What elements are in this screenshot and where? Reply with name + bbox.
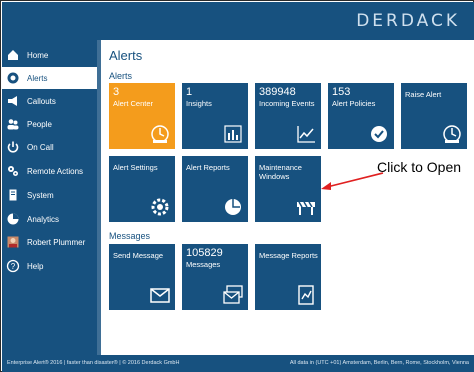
help-icon: ? [2,255,24,277]
sidebar-item-label: Help [27,261,44,271]
tile-label: Message Reports [259,251,318,260]
sidebar-item-label: Alerts [27,73,48,83]
tile-label: Send Message [113,251,164,260]
envelope-icon [150,288,170,303]
barrier-icon [297,201,315,215]
sidebar-item-label: People [27,119,52,129]
tile-label: Insights [186,99,212,108]
sidebar-item-analytics[interactable]: Analytics [2,208,97,230]
system-icon [2,184,24,206]
sidebar-item-help[interactable]: ? Help [2,255,97,277]
tile-alert-settings[interactable]: Alert Settings [109,156,175,222]
page-title: Alerts [109,48,143,63]
footer-timezone: All data in (UTC +01) Amsterdam, Berlin,… [289,360,469,366]
tile-label: Alert Settings [113,163,158,172]
footer: Enterprise Alert® 2016 | faster than dis… [2,355,474,372]
sidebar-item-label: Remote Actions [27,166,84,176]
tile-messages[interactable]: 105829 Messages [182,244,248,310]
tile-alert-center[interactable]: 3 Alert Center [109,83,175,149]
home-icon [2,44,24,66]
app-window: DERDACK Home Alerts Callouts People On C… [0,0,474,372]
sidebar-item-on-call[interactable]: On Call [2,136,97,158]
sidebar-item-user[interactable]: Robert Plummer [2,231,97,253]
tile-label: Alert Policies [332,99,376,108]
user-avatar-icon [2,231,24,253]
tile-label: Incoming Events [259,99,315,108]
sidebar-item-label: Home [27,50,49,60]
section-label-messages: Messages [109,231,151,241]
report-chart-icon [298,285,314,305]
tile-count: 3 [113,86,120,98]
sidebar-item-label: Analytics [27,214,60,224]
sidebar-item-home[interactable]: Home [2,44,97,66]
tile-label: Maintenance Windows [259,163,302,181]
tile-incoming-events[interactable]: 389948 Incoming Events [255,83,321,149]
tile-alert-reports[interactable]: Alert Reports [182,156,248,222]
people-icon [2,113,24,135]
footer-copyright: Enterprise Alert® 2016 | faster than dis… [7,360,180,366]
sidebar-item-label: On Call [27,142,54,152]
sidebar-item-remote-actions[interactable]: Remote Actions [2,160,97,182]
report-globe-icon [225,199,241,215]
tile-label: Raise Alert [405,90,442,99]
alert-bell-icon [151,125,169,143]
brand-logo: DERDACK [356,11,460,31]
click-to-open-annotation: Click to Open [377,159,462,175]
sidebar-item-label: Robert Plummer [27,237,86,247]
envelopes-icon [223,285,243,304]
power-icon [2,136,24,158]
sidebar-item-label: System [27,190,54,200]
sidebar-item-system[interactable]: System [2,184,97,206]
tile-count: 389948 [259,86,296,98]
sidebar-item-alerts[interactable]: Alerts [2,67,97,89]
section-label-alerts: Alerts [109,71,133,81]
svg-text:?: ? [11,262,16,271]
main-content: Alerts Alerts 3 Alert Center 1 Insights … [97,40,474,355]
policy-icon [371,126,387,142]
alerts-icon [2,67,24,89]
raise-alert-icon [443,125,461,143]
sidebar-item-people[interactable]: People [2,113,97,135]
megaphone-icon [2,90,24,112]
top-bar: DERDACK [2,2,474,40]
tile-label: Alert Center [113,99,154,108]
settings-icon [151,198,169,216]
tile-label: Messages [186,260,221,269]
tile-send-message[interactable]: Send Message [109,244,175,310]
sidebar: Home Alerts Callouts People On Call Remo… [2,40,97,355]
tile-count: 153 [332,86,351,98]
tile-message-reports[interactable]: Message Reports [255,244,321,310]
insights-icon [224,125,242,143]
tile-label: Alert Reports [186,163,230,172]
remote-actions-icon [2,160,24,182]
tile-alert-policies[interactable]: 153 Alert Policies [328,83,394,149]
tile-count: 1 [186,86,193,98]
sidebar-item-callouts[interactable]: Callouts [2,90,97,112]
tile-count: 105829 [186,247,223,259]
sidebar-item-label: Callouts [27,96,56,106]
line-chart-icon [297,126,315,143]
tile-maintenance-windows[interactable]: Maintenance Windows [255,156,321,222]
tile-raise-alert[interactable]: Raise Alert [401,83,467,149]
analytics-icon [2,208,24,230]
tile-insights[interactable]: 1 Insights [182,83,248,149]
